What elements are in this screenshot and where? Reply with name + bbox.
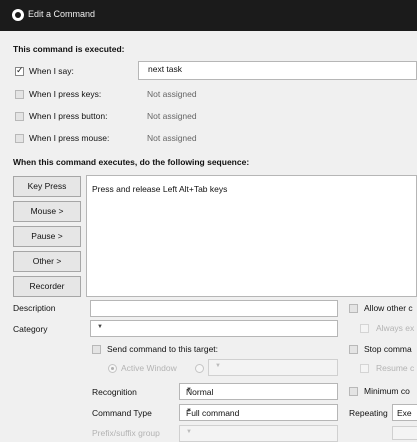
prefix-suffix-label: Prefix/suffix group [92,428,160,438]
title-bar: Edit a Command [0,0,417,31]
allow-other-checkbox[interactable] [349,304,358,313]
window-title: Edit a Command [28,9,96,19]
send-target-checkbox[interactable] [92,345,101,354]
when-keys-value: Not assigned [147,89,197,99]
allow-other-label: Allow other c [364,303,413,313]
stop-comma-checkbox[interactable] [349,345,358,354]
repeating-label: Repeating [349,408,388,418]
mouse-button[interactable]: Mouse > [13,201,81,222]
sequence-list[interactable]: Press and release Left Alt+Tab keys [86,175,417,297]
always-ex-label: Always ex [376,323,415,333]
resume-c-checkbox[interactable] [360,364,369,373]
repeating-dropdown[interactable]: Exe [392,404,417,421]
when-i-say-input[interactable]: next task [138,61,417,80]
prefix-suffix-dropdown[interactable]: ▼ [179,425,338,442]
chevron-down-icon: ▼ [186,387,192,393]
chevron-down-icon: ▼ [186,408,192,414]
category-dropdown[interactable]: ▼ [90,320,338,337]
when-button-label: When I press button: [29,111,108,121]
when-keys-label: When I press keys: [29,89,102,99]
chevron-down-icon: ▼ [97,324,103,330]
minimum-co-label: Minimum co [364,386,410,396]
when-i-say-label: When I say: [29,66,74,76]
when-button-value: Not assigned [147,111,197,121]
when-keys-checkbox[interactable] [15,90,24,99]
sequence-action[interactable]: Press and release Left Alt+Tab keys [92,184,227,194]
when-mouse-checkbox[interactable] [15,134,24,143]
resume-c-label: Resume c [376,363,415,373]
category-label: Category [13,324,48,334]
app-icon [12,9,24,21]
description-input[interactable] [90,300,338,317]
recognition-label: Recognition [92,387,137,397]
repeating-value: Exe [397,408,412,418]
always-ex-checkbox[interactable] [360,324,369,333]
active-window-radio[interactable] [108,364,117,373]
recognition-dropdown[interactable]: Normal ▼ [179,383,338,400]
when-i-say-value: next task [148,64,183,74]
recorder-button[interactable]: Recorder [13,276,81,297]
other-target-radio[interactable] [195,364,204,373]
target-window-dropdown[interactable]: ▼ [208,359,338,376]
when-mouse-label: When I press mouse: [29,133,110,143]
executed-heading: This command is executed: [13,44,125,54]
active-window-label: Active Window [121,363,177,373]
when-button-checkbox[interactable] [15,112,24,121]
command-type-label: Command Type [92,408,152,418]
when-mouse-value: Not assigned [147,133,197,143]
command-type-dropdown[interactable]: Full command ▼ [179,404,338,421]
description-label: Description [13,303,56,313]
when-i-say-checkbox[interactable] [15,65,24,76]
other-button[interactable]: Other > [13,251,81,272]
chevron-down-icon: ▼ [215,363,221,369]
sequence-heading: When this command executes, do the follo… [13,157,250,167]
chevron-down-icon: ▼ [186,429,192,435]
stop-comma-label: Stop comma [364,344,412,354]
minimum-co-checkbox[interactable] [349,387,358,396]
pause-button[interactable]: Pause > [13,226,81,247]
send-target-label: Send command to this target: [107,344,219,354]
key-press-button[interactable]: Key Press [13,176,81,197]
